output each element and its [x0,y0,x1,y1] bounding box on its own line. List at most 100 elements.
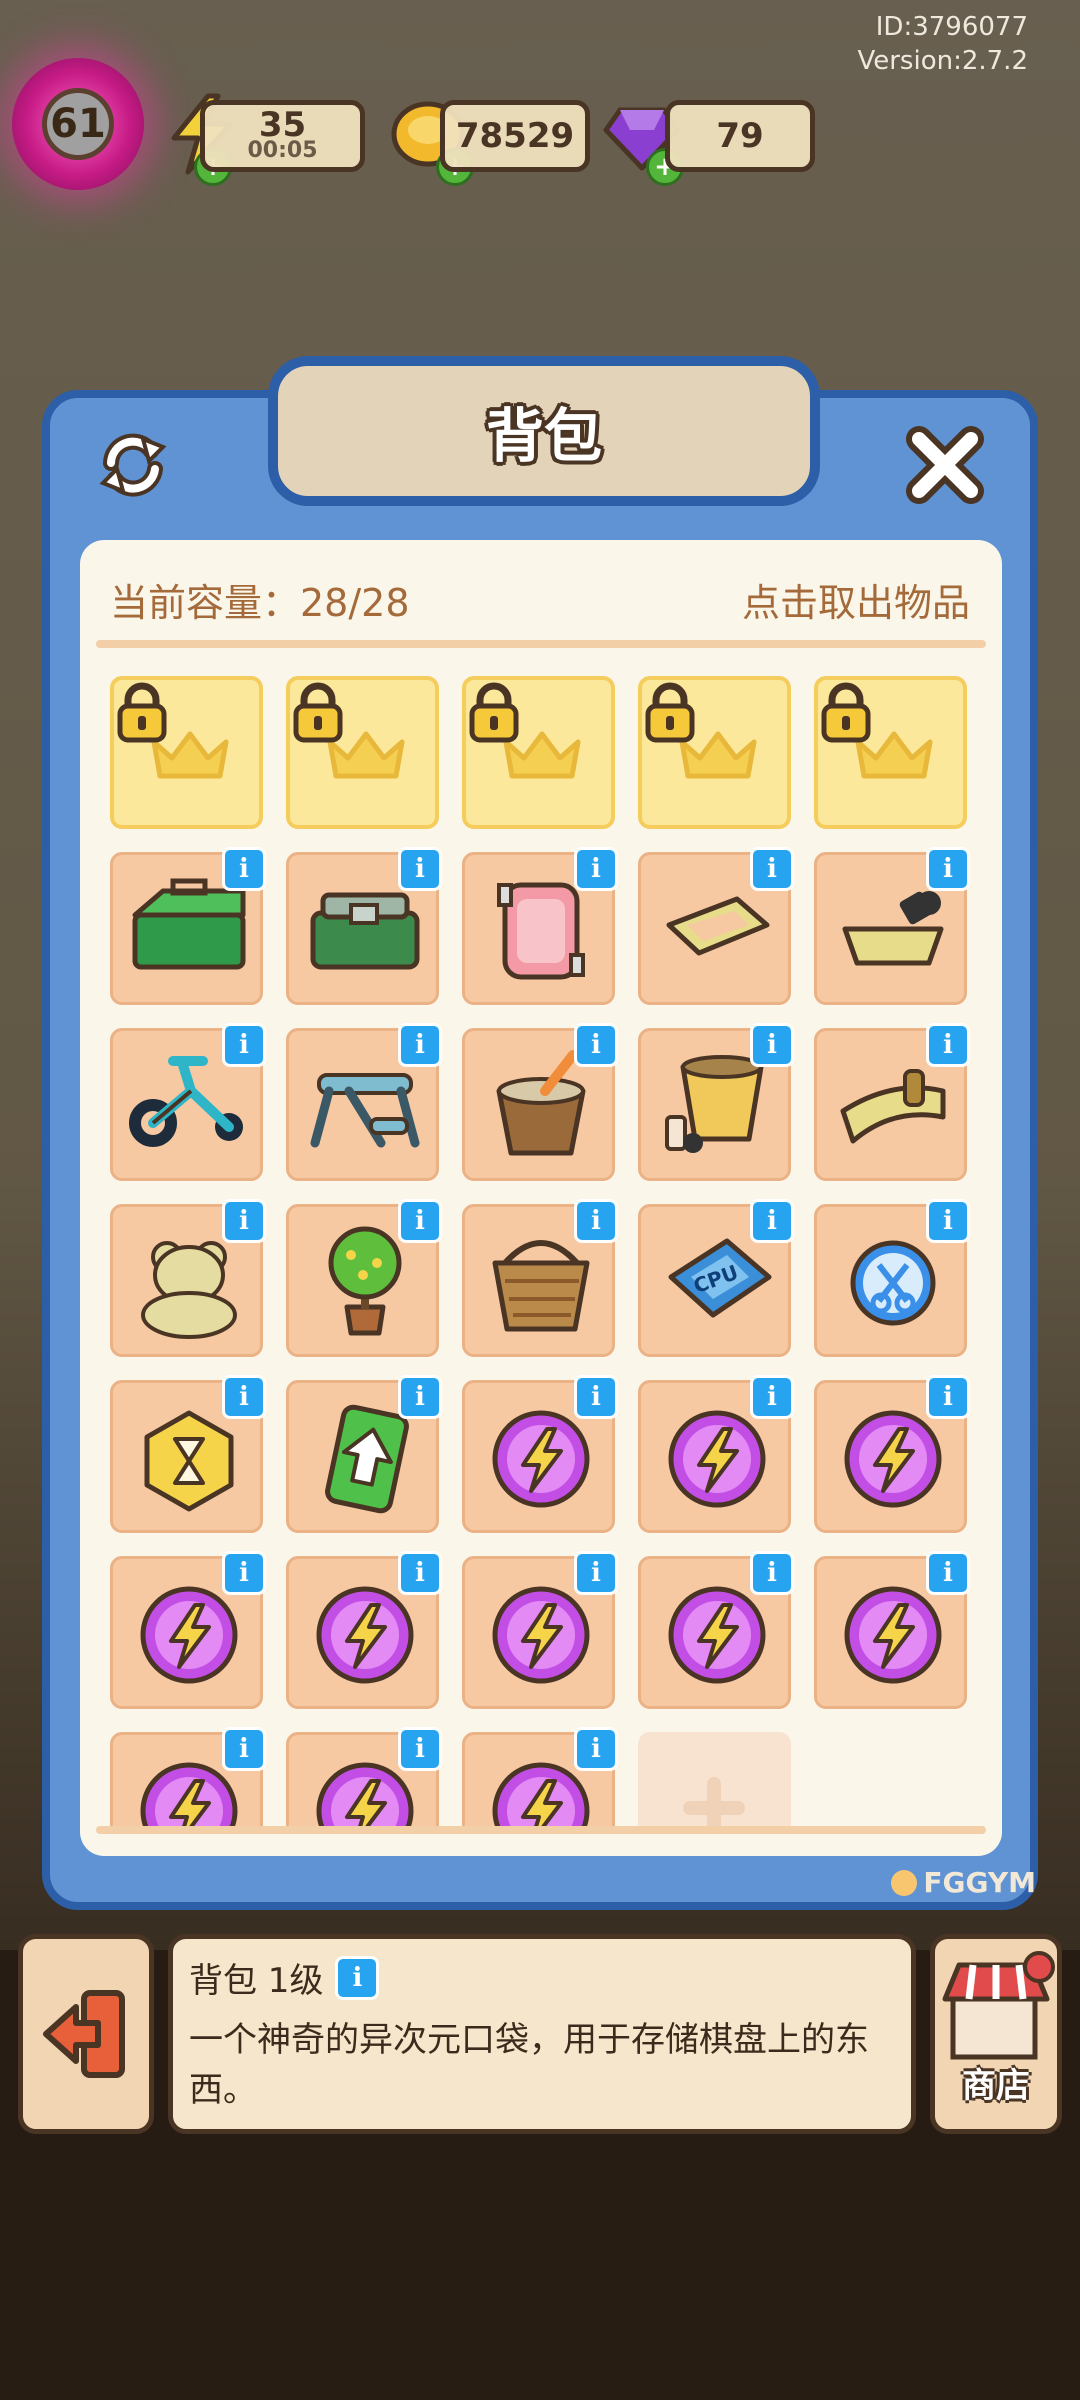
lock-icon [645,682,695,743]
inventory-slot[interactable]: i [462,847,618,1005]
refresh-button[interactable] [88,420,178,510]
close-button[interactable] [900,420,990,510]
info-icon[interactable]: i [222,1727,266,1771]
inventory-slot[interactable]: i [814,847,970,1005]
info-icon[interactable]: i [222,1551,266,1595]
inventory-grid: i i i i i i i i i i i i i CPU i i i i i i i i i i i i i i i [110,676,980,1826]
refresh-icon [99,433,167,497]
level-badge[interactable]: 61 [12,58,144,190]
player-id-text: ID:3796077 [875,12,1028,42]
item-name: 背包 1级 [189,1961,324,2001]
info-icon[interactable]: i [574,1023,618,1067]
info-icon[interactable]: i [926,1023,970,1067]
info-icon[interactable]: i [222,1375,266,1419]
lock-icon [293,682,343,743]
divider [96,640,986,648]
locked-slot[interactable] [286,676,439,829]
inventory-slot[interactable]: i [462,1551,618,1709]
info-icon[interactable]: i [750,1551,794,1595]
energy-value: 35 [258,105,307,145]
inventory-slot[interactable]: i [814,1375,970,1533]
info-icon[interactable]: i [398,1023,442,1067]
info-icon[interactable]: i [926,1199,970,1243]
inventory-slot[interactable]: i [286,1375,442,1533]
inventory-slot[interactable]: i [462,1199,618,1357]
exit-door-icon [43,1990,125,2078]
inventory-slot[interactable]: i [286,1727,442,1826]
info-icon[interactable]: i [574,1727,618,1771]
info-icon[interactable]: i [926,847,970,891]
lock-icon [469,682,519,743]
inventory-slot[interactable]: i [814,1199,970,1357]
watermark: FGGYM [891,1866,1036,1899]
info-icon[interactable]: i [398,1199,442,1243]
item-title-row: 背包 1级 i [189,1953,380,2002]
inventory-slot[interactable]: i [638,1375,794,1533]
info-icon[interactable]: i [750,1023,794,1067]
lock-icon [821,682,871,743]
close-icon [906,426,984,504]
empty-slot[interactable] [638,1732,791,1826]
inventory-slot[interactable]: i [110,1375,266,1533]
gems-counter: 79 [665,100,815,172]
inventory-slot[interactable]: i [110,1551,266,1709]
capacity-label: 当前容量：28/28 [110,581,410,625]
divider-bottom [96,1826,986,1834]
item-description-box: 背包 1级 i 一个神奇的异次元口袋，用于存储棋盘上的东西。 [168,1934,916,2134]
info-icon[interactable]: i [398,1551,442,1595]
info-icon[interactable]: i [750,1375,794,1419]
inventory-slot[interactable]: i [110,1199,266,1357]
dialog-title-plate: 背包 [268,356,820,506]
coins-counter: 78529 [440,100,590,172]
info-icon[interactable]: i [750,1199,794,1243]
inventory-slot[interactable]: i [286,847,442,1005]
shop-button[interactable]: 商店 [930,1934,1062,2134]
take-out-hint: 点击取出物品 [741,581,970,625]
info-icon[interactable]: i [750,847,794,891]
info-icon[interactable]: i [926,1375,970,1419]
inventory-slot[interactable]: i [110,847,266,1005]
exit-button[interactable] [18,1934,154,2134]
inventory-slot[interactable]: i [638,1551,794,1709]
version-text: Version:2.7.2 [857,46,1028,76]
watermark-logo-icon [891,1869,918,1896]
inventory-slot[interactable]: i [638,1023,794,1181]
info-icon[interactable]: i [574,1551,618,1595]
info-icon[interactable]: i [398,1727,442,1771]
energy-counter: 35 00:05 [200,100,365,172]
item-info-icon[interactable]: i [335,1955,380,2000]
info-icon[interactable]: i [574,1375,618,1419]
backpack-panel: 当前容量：28/28 点击取出物品 i i i i i i i i i i i i i CPU i i i i i i… [80,540,1002,1856]
inventory-slot[interactable]: i [110,1023,266,1181]
inventory-slot[interactable]: i [286,1551,442,1709]
info-icon[interactable]: i [222,1199,266,1243]
locked-slot[interactable] [638,676,791,829]
locked-slot[interactable] [110,676,263,829]
inventory-slot[interactable]: i [110,1727,266,1826]
info-icon[interactable]: i [222,847,266,891]
inventory-slot[interactable]: i [462,1023,618,1181]
inventory-slot[interactable]: i [462,1727,618,1826]
locked-slot[interactable] [462,676,615,829]
watermark-text: FGGYM [923,1866,1036,1899]
inventory-slot[interactable]: i [286,1023,442,1181]
dialog-title: 背包 [485,402,602,470]
info-icon[interactable]: i [398,1375,442,1419]
level-number: 61 [42,88,114,160]
inventory-slot[interactable]: CPU i [638,1199,794,1357]
inventory-slot[interactable]: i [814,1023,970,1181]
info-icon[interactable]: i [926,1551,970,1595]
inventory-slot[interactable]: i [638,847,794,1005]
plus-icon [683,1777,745,1826]
inventory-slot[interactable]: i [462,1375,618,1533]
info-icon[interactable]: i [222,1023,266,1067]
id-version-label: ID:3796077 Version:2.7.2 [857,10,1028,78]
shop-label: 商店 [962,2066,1030,2106]
inventory-slot[interactable]: i [286,1199,442,1357]
info-icon[interactable]: i [574,1199,618,1243]
lock-icon [117,682,167,743]
info-icon[interactable]: i [574,847,618,891]
inventory-slot[interactable]: i [814,1551,970,1709]
locked-slot[interactable] [814,676,967,829]
info-icon[interactable]: i [398,847,442,891]
